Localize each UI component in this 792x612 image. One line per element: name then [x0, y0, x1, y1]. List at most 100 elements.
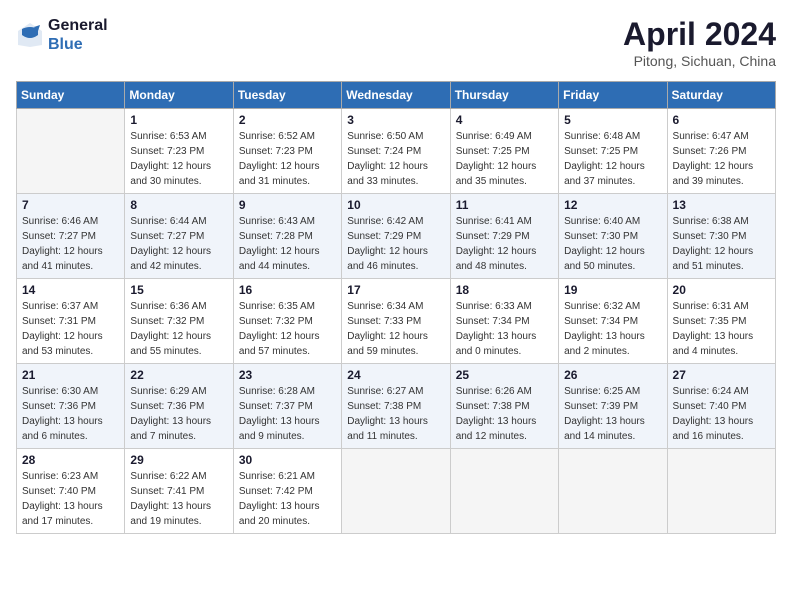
- calendar-cell: 13Sunrise: 6:38 AMSunset: 7:30 PMDayligh…: [667, 194, 775, 279]
- day-info: Sunrise: 6:23 AMSunset: 7:40 PMDaylight:…: [22, 469, 119, 529]
- calendar-cell: 29 Sunrise: 6:22 AMSunset: 7:41 PMDayligh…: [125, 449, 233, 534]
- calendar-cell: 28 Sunrise: 6:23 AMSunset: 7:40 PMDayligh…: [17, 449, 125, 534]
- day-info: Sunrise: 6:31 AMSunset: 7:35 PMDaylight:…: [673, 299, 770, 359]
- day-info: Sunrise: 6:44 AMSunset: 7:27 PMDaylight:…: [130, 214, 227, 274]
- calendar-cell: [342, 449, 450, 534]
- day-info: Sunrise: 6:49 AMSunset: 7:25 PMDaylight:…: [456, 129, 553, 189]
- day-info: Sunrise: 6:53 AMSunset: 7:23 PMDaylight:…: [130, 129, 227, 189]
- day-info: Sunrise: 6:22 AMSunset: 7:41 PMDaylight:…: [130, 469, 227, 529]
- day-number: 20: [673, 283, 770, 297]
- day-number: 7: [22, 198, 119, 212]
- calendar-cell: 18Sunrise: 6:33 AMSunset: 7:34 PMDayligh…: [450, 279, 558, 364]
- calendar-cell: 11Sunrise: 6:41 AMSunset: 7:29 PMDayligh…: [450, 194, 558, 279]
- calendar-cell: 12Sunrise: 6:40 AMSunset: 7:30 PMDayligh…: [559, 194, 667, 279]
- day-number: 22: [130, 368, 227, 382]
- day-info: Sunrise: 6:33 AMSunset: 7:34 PMDaylight:…: [456, 299, 553, 359]
- day-number: 1: [130, 113, 227, 127]
- day-number: 25: [456, 368, 553, 382]
- day-number: 4: [456, 113, 553, 127]
- day-number: 30: [239, 453, 336, 467]
- calendar-cell: 4 Sunrise: 6:49 AMSunset: 7:25 PMDaylight…: [450, 109, 558, 194]
- day-info: Sunrise: 6:21 AMSunset: 7:42 PMDaylight:…: [239, 469, 336, 529]
- calendar-week-row: 28 Sunrise: 6:23 AMSunset: 7:40 PMDayligh…: [17, 449, 776, 534]
- day-number: 8: [130, 198, 227, 212]
- day-number: 26: [564, 368, 661, 382]
- calendar-cell: 8 Sunrise: 6:44 AMSunset: 7:27 PMDaylight…: [125, 194, 233, 279]
- calendar-location: Pitong, Sichuan, China: [623, 53, 776, 69]
- header-cell-friday: Friday: [559, 82, 667, 109]
- logo-icon: [16, 21, 44, 49]
- day-number: 5: [564, 113, 661, 127]
- day-number: 15: [130, 283, 227, 297]
- calendar-cell: 16 Sunrise: 6:35 AMSunset: 7:32 PMDayligh…: [233, 279, 341, 364]
- day-number: 9: [239, 198, 336, 212]
- logo-blue: Blue: [48, 35, 108, 54]
- calendar-cell: 2Sunrise: 6:52 AMSunset: 7:23 PMDaylight…: [233, 109, 341, 194]
- calendar-cell: 10Sunrise: 6:42 AMSunset: 7:29 PMDayligh…: [342, 194, 450, 279]
- calendar-cell: 3 Sunrise: 6:50 AMSunset: 7:24 PMDaylight…: [342, 109, 450, 194]
- calendar-cell: 23 Sunrise: 6:28 AMSunset: 7:37 PMDayligh…: [233, 364, 341, 449]
- calendar-cell: 6 Sunrise: 6:47 AMSunset: 7:26 PMDaylight…: [667, 109, 775, 194]
- day-info: Sunrise: 6:32 AMSunset: 7:34 PMDaylight:…: [564, 299, 661, 359]
- day-number: 28: [22, 453, 119, 467]
- day-number: 6: [673, 113, 770, 127]
- day-info: Sunrise: 6:36 AMSunset: 7:32 PMDaylight:…: [130, 299, 227, 359]
- calendar-cell: 21Sunrise: 6:30 AMSunset: 7:36 PMDayligh…: [17, 364, 125, 449]
- header-cell-tuesday: Tuesday: [233, 82, 341, 109]
- day-info: Sunrise: 6:25 AMSunset: 7:39 PMDaylight:…: [564, 384, 661, 444]
- calendar-cell: 1 Sunrise: 6:53 AMSunset: 7:23 PMDaylight…: [125, 109, 233, 194]
- day-number: 12: [564, 198, 661, 212]
- calendar-cell: 25 Sunrise: 6:26 AMSunset: 7:38 PMDayligh…: [450, 364, 558, 449]
- calendar-cell: 15 Sunrise: 6:36 AMSunset: 7:32 PMDayligh…: [125, 279, 233, 364]
- calendar-title: April 2024: [623, 16, 776, 53]
- day-info: Sunrise: 6:35 AMSunset: 7:32 PMDaylight:…: [239, 299, 336, 359]
- calendar-cell: 26 Sunrise: 6:25 AMSunset: 7:39 PMDayligh…: [559, 364, 667, 449]
- header: General Blue April 2024 Pitong, Sichuan,…: [16, 16, 776, 69]
- day-info: Sunrise: 6:34 AMSunset: 7:33 PMDaylight:…: [347, 299, 444, 359]
- day-number: 10: [347, 198, 444, 212]
- logo-general: General: [48, 16, 108, 35]
- calendar-cell: 20 Sunrise: 6:31 AMSunset: 7:35 PMDayligh…: [667, 279, 775, 364]
- day-number: 3: [347, 113, 444, 127]
- day-number: 17: [347, 283, 444, 297]
- day-number: 24: [347, 368, 444, 382]
- day-info: Sunrise: 6:37 AMSunset: 7:31 PMDaylight:…: [22, 299, 119, 359]
- day-info: Sunrise: 6:52 AMSunset: 7:23 PMDaylight:…: [239, 129, 336, 189]
- calendar-cell: 19Sunrise: 6:32 AMSunset: 7:34 PMDayligh…: [559, 279, 667, 364]
- day-info: Sunrise: 6:26 AMSunset: 7:38 PMDaylight:…: [456, 384, 553, 444]
- day-info: Sunrise: 6:47 AMSunset: 7:26 PMDaylight:…: [673, 129, 770, 189]
- calendar-cell: 27Sunrise: 6:24 AMSunset: 7:40 PMDayligh…: [667, 364, 775, 449]
- calendar-cell: 5 Sunrise: 6:48 AMSunset: 7:25 PMDaylight…: [559, 109, 667, 194]
- day-info: Sunrise: 6:30 AMSunset: 7:36 PMDaylight:…: [22, 384, 119, 444]
- day-number: 29: [130, 453, 227, 467]
- calendar-cell: 9 Sunrise: 6:43 AMSunset: 7:28 PMDaylight…: [233, 194, 341, 279]
- header-cell-monday: Monday: [125, 82, 233, 109]
- header-cell-sunday: Sunday: [17, 82, 125, 109]
- calendar-cell: 24 Sunrise: 6:27 AMSunset: 7:38 PMDayligh…: [342, 364, 450, 449]
- calendar-cell: 17 Sunrise: 6:34 AMSunset: 7:33 PMDayligh…: [342, 279, 450, 364]
- calendar-body: 1 Sunrise: 6:53 AMSunset: 7:23 PMDaylight…: [17, 109, 776, 534]
- day-info: Sunrise: 6:24 AMSunset: 7:40 PMDaylight:…: [673, 384, 770, 444]
- calendar-week-row: 21Sunrise: 6:30 AMSunset: 7:36 PMDayligh…: [17, 364, 776, 449]
- day-number: 16: [239, 283, 336, 297]
- day-number: 23: [239, 368, 336, 382]
- calendar-week-row: 14 Sunrise: 6:37 AMSunset: 7:31 PMDayligh…: [17, 279, 776, 364]
- day-number: 13: [673, 198, 770, 212]
- day-info: Sunrise: 6:27 AMSunset: 7:38 PMDaylight:…: [347, 384, 444, 444]
- day-info: Sunrise: 6:29 AMSunset: 7:36 PMDaylight:…: [130, 384, 227, 444]
- day-info: Sunrise: 6:50 AMSunset: 7:24 PMDaylight:…: [347, 129, 444, 189]
- logo: General Blue: [16, 16, 108, 54]
- day-info: Sunrise: 6:43 AMSunset: 7:28 PMDaylight:…: [239, 214, 336, 274]
- title-block: April 2024 Pitong, Sichuan, China: [623, 16, 776, 69]
- day-number: 14: [22, 283, 119, 297]
- day-info: Sunrise: 6:48 AMSunset: 7:25 PMDaylight:…: [564, 129, 661, 189]
- logo-text: General Blue: [48, 16, 108, 54]
- calendar-header-row: SundayMondayTuesdayWednesdayThursdayFrid…: [17, 82, 776, 109]
- day-info: Sunrise: 6:41 AMSunset: 7:29 PMDaylight:…: [456, 214, 553, 274]
- calendar-cell: 14 Sunrise: 6:37 AMSunset: 7:31 PMDayligh…: [17, 279, 125, 364]
- day-info: Sunrise: 6:28 AMSunset: 7:37 PMDaylight:…: [239, 384, 336, 444]
- calendar-cell: [450, 449, 558, 534]
- calendar-cell: 7 Sunrise: 6:46 AMSunset: 7:27 PMDaylight…: [17, 194, 125, 279]
- day-info: Sunrise: 6:46 AMSunset: 7:27 PMDaylight:…: [22, 214, 119, 274]
- calendar-cell: 22 Sunrise: 6:29 AMSunset: 7:36 PMDayligh…: [125, 364, 233, 449]
